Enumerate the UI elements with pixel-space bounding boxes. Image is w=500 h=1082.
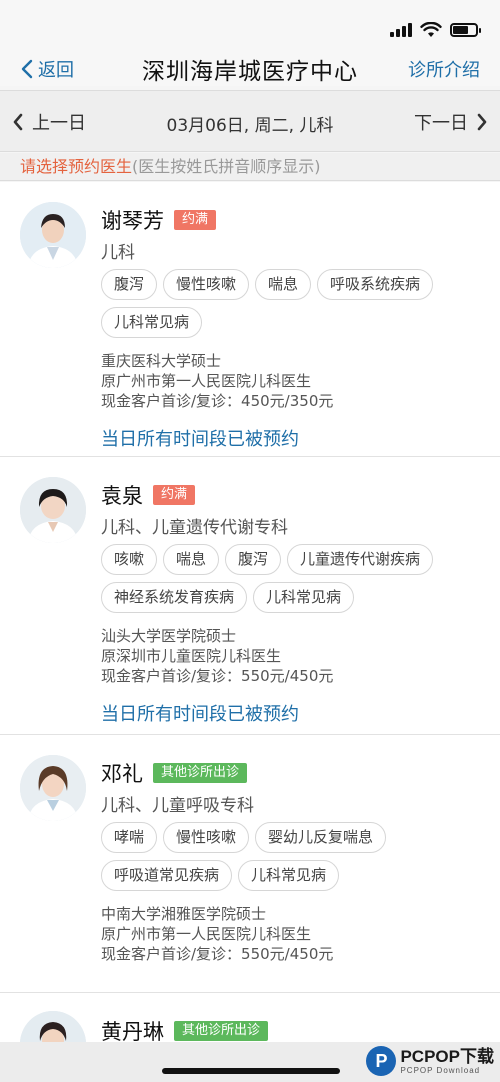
doctor-avatar [20, 477, 86, 543]
wifi-icon [420, 22, 442, 37]
date-bar: 上一日 03月06日, 周二, 儿科 下一日 [0, 90, 500, 152]
specialty-tag: 婴幼儿反复喘息 [255, 822, 387, 853]
specialty-tag: 咳嗽 [101, 544, 158, 575]
doctor-card[interactable]: 黄丹琳 其他诊所出诊 [0, 993, 500, 1042]
doctor-card[interactable]: 邓礼 其他诊所出诊 儿科、儿童呼吸专科 哮喘 慢性咳嗽 婴幼儿反复喘息 呼吸道常… [0, 735, 500, 993]
doctor-department: 儿科 [101, 243, 135, 263]
clinic-intro-button[interactable]: 诊所介绍 [408, 56, 480, 82]
doctor-name: 黄丹琳 [101, 1020, 164, 1042]
specialty-tag: 神经系统发育疾病 [101, 582, 248, 613]
specialty-tag: 儿科常见病 [101, 307, 203, 338]
specialty-tag: 儿童遗传代谢疾病 [287, 544, 434, 575]
specialty-tag: 儿科常见病 [253, 582, 355, 613]
specialty-tag: 腹泻 [225, 544, 282, 575]
price: 现金客户首诊/复诊：450元/350元 [101, 392, 334, 410]
doctor-name: 邓礼 [101, 762, 143, 786]
previous-position: 原广州市第一人民医院儿科医生 [101, 925, 312, 943]
watermark-icon: P [366, 1046, 397, 1076]
doctor-name: 谢琴芳 [101, 209, 164, 233]
watermark-subtext: PCPOP Download [400, 1065, 481, 1075]
specialty-tag: 呼吸道常见疾病 [101, 860, 233, 891]
watermark-text: PCPOP下载 [400, 1046, 494, 1066]
doctor-info: 重庆医科大学硕士 原广州市第一人民医院儿科医生 现金客户首诊/复诊：450元/3… [101, 351, 500, 411]
fully-booked-notice: 当日所有时间段已被预约 [101, 429, 299, 450]
doctor-avatar [20, 202, 86, 268]
watermark-logo: P PCPOP下载 PCPOP Download [366, 1046, 494, 1076]
next-day-label: 下一日 [414, 113, 468, 134]
specialty-tags: 腹泻 慢性咳嗽 喘息 呼吸系统疾病 儿科常见病 [101, 269, 491, 338]
specialty-tag: 喘息 [255, 269, 312, 300]
specialty-tag: 呼吸系统疾病 [317, 269, 434, 300]
specialty-tag: 儿科常见病 [238, 860, 340, 891]
specialty-tag: 慢性咳嗽 [163, 269, 250, 300]
home-indicator[interactable] [162, 1068, 340, 1074]
doctor-department: 儿科、儿童呼吸专科 [101, 796, 254, 816]
specialty-tags: 咳嗽 喘息 腹泻 儿童遗传代谢疾病 神经系统发育疾病 儿科常见病 [101, 544, 491, 613]
status-icons [390, 22, 481, 38]
hint-primary: 请选择预约医生 [20, 157, 133, 176]
doctor-avatar [20, 755, 86, 821]
specialty-tag: 腹泻 [101, 269, 158, 300]
hint-secondary: (医生按姓氏拼音顺序显示) [132, 157, 321, 176]
price: 现金客户首诊/复诊：550元/450元 [101, 945, 334, 963]
specialty-tag: 喘息 [163, 544, 220, 575]
signal-icon [390, 23, 412, 37]
specialty-tags: 哮喘 慢性咳嗽 婴幼儿反复喘息 呼吸道常见疾病 儿科常见病 [101, 822, 491, 891]
specialty-tag: 哮喘 [101, 822, 158, 853]
doctor-info: 汕头大学医学院硕士 原深圳市儿童医院儿科医生 现金客户首诊/复诊：550元/45… [101, 626, 500, 686]
price: 现金客户首诊/复诊：550元/450元 [101, 667, 334, 685]
doctor-card[interactable]: 谢琴芳 约满 儿科 腹泻 慢性咳嗽 喘息 呼吸系统疾病 儿科常见病 重庆医科大学… [0, 182, 500, 457]
doctor-select-hint: 请选择预约医生(医生按姓氏拼音顺序显示) [0, 153, 500, 181]
fully-booked-notice: 当日所有时间段已被预约 [101, 704, 299, 725]
battery-icon [450, 23, 481, 37]
education: 汕头大学医学院硕士 [101, 627, 237, 645]
bottom-bar: P PCPOP下载 PCPOP Download [0, 1042, 500, 1082]
doctor-info: 中南大学湘雅医学院硕士 原广州市第一人民医院儿科医生 现金客户首诊/复诊：550… [101, 904, 500, 964]
specialty-tag: 慢性咳嗽 [163, 822, 250, 853]
status-badge: 其他诊所出诊 [174, 1021, 269, 1041]
status-bar [0, 0, 500, 56]
status-badge: 约满 [174, 210, 217, 230]
doctor-name: 袁泉 [101, 484, 143, 508]
previous-position: 原广州市第一人民医院儿科医生 [101, 372, 312, 390]
nav-bar: 返回 深圳海岸城医疗中心 诊所介绍 [0, 56, 500, 86]
status-badge: 其他诊所出诊 [153, 763, 248, 783]
doctor-department: 儿科、儿童遗传代谢专科 [101, 518, 288, 538]
previous-position: 原深圳市儿童医院儿科医生 [101, 647, 282, 665]
doctor-list: 谢琴芳 约满 儿科 腹泻 慢性咳嗽 喘息 呼吸系统疾病 儿科常见病 重庆医科大学… [0, 182, 500, 1042]
education: 重庆医科大学硕士 [101, 352, 222, 370]
doctor-avatar [20, 1011, 86, 1042]
doctor-card[interactable]: 袁泉 约满 儿科、儿童遗传代谢专科 咳嗽 喘息 腹泻 儿童遗传代谢疾病 神经系统… [0, 457, 500, 735]
education: 中南大学湘雅医学院硕士 [101, 905, 267, 923]
next-day-button[interactable]: 下一日 [414, 109, 488, 135]
chevron-right-icon [477, 113, 487, 131]
status-badge: 约满 [153, 485, 196, 505]
